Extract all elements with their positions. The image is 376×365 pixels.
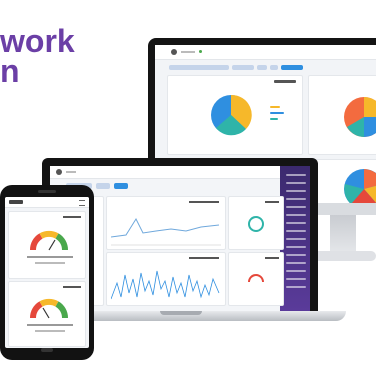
tab[interactable] <box>169 65 229 70</box>
sidebar-item[interactable] <box>286 222 306 224</box>
sidebar-item[interactable] <box>286 182 306 184</box>
hero-line-1: work <box>0 23 75 59</box>
phone-home-button[interactable] <box>41 348 53 352</box>
gauge-icon <box>248 216 264 232</box>
avatar <box>56 169 62 175</box>
card-title-bar <box>265 257 279 259</box>
status-dot <box>199 50 202 53</box>
tab[interactable] <box>270 65 278 70</box>
tab-active[interactable] <box>114 183 128 189</box>
card-title-bar <box>63 216 81 218</box>
sidebar-item[interactable] <box>286 230 306 232</box>
pie-chart <box>211 94 252 136</box>
gauge-caption <box>35 330 65 332</box>
pie-chart-card <box>167 75 303 155</box>
hero-line-2: n <box>0 53 20 89</box>
sidebar-item[interactable] <box>286 238 306 240</box>
gauge-caption <box>35 262 65 264</box>
gauge-icon <box>248 274 264 283</box>
mobile-phone <box>0 185 94 360</box>
card-title-bar <box>63 286 81 288</box>
sidebar-item[interactable] <box>286 286 306 288</box>
tab[interactable] <box>257 65 267 70</box>
legend-line <box>270 112 284 114</box>
gauge-card <box>8 211 86 279</box>
legend-line <box>270 106 280 108</box>
card-title-bar <box>189 257 219 259</box>
pie-chart-card-2 <box>308 75 376 155</box>
gauge-chart <box>29 298 69 319</box>
card-title-bar <box>189 201 219 203</box>
phone-screen <box>5 197 89 348</box>
tab[interactable] <box>96 183 110 189</box>
sidebar-item[interactable] <box>286 262 306 264</box>
phone-topbar <box>5 197 89 208</box>
pie-chart <box>344 169 376 203</box>
hero-headline: work n <box>0 23 75 89</box>
laptop-topbar <box>50 166 310 179</box>
tab[interactable] <box>232 65 254 70</box>
sidebar-item[interactable] <box>286 206 306 208</box>
gauge-caption <box>27 256 73 258</box>
line-chart <box>111 217 221 246</box>
activity-chart <box>111 270 220 300</box>
activity-chart-card <box>106 252 226 306</box>
sidebar-item[interactable] <box>286 174 306 176</box>
pie-chart <box>344 97 376 137</box>
tab-active[interactable] <box>281 65 303 70</box>
phone-speaker <box>38 190 56 193</box>
sidebar-item[interactable] <box>286 214 306 216</box>
logo-icon <box>9 200 23 204</box>
gauge-chart <box>29 230 69 251</box>
gauge-card-2 <box>228 252 284 306</box>
gauge-caption <box>27 324 73 326</box>
menu-icon[interactable] <box>79 200 85 206</box>
sidebar-item[interactable] <box>286 190 306 192</box>
laptop-sidebar <box>280 166 310 311</box>
monitor-topbar <box>155 45 376 60</box>
monitor-tabs <box>169 65 303 70</box>
sidebar-item[interactable] <box>286 254 306 256</box>
sidebar-item[interactable] <box>286 278 306 280</box>
pie-chart-card-3 <box>308 159 376 203</box>
legend-line <box>270 118 278 120</box>
topbar-indicator <box>66 171 76 173</box>
line-chart-card <box>106 196 226 250</box>
gauge-card-2 <box>8 281 86 347</box>
card-title-bar <box>265 201 279 203</box>
topbar-indicator <box>181 51 195 53</box>
gauge-card <box>228 196 284 250</box>
avatar <box>171 49 177 55</box>
sidebar-item[interactable] <box>286 198 306 200</box>
sidebar-item[interactable] <box>286 270 306 272</box>
laptop-notch <box>160 311 202 315</box>
card-title-bar <box>274 80 296 83</box>
monitor-stand <box>330 215 356 255</box>
sidebar-item[interactable] <box>286 246 306 248</box>
